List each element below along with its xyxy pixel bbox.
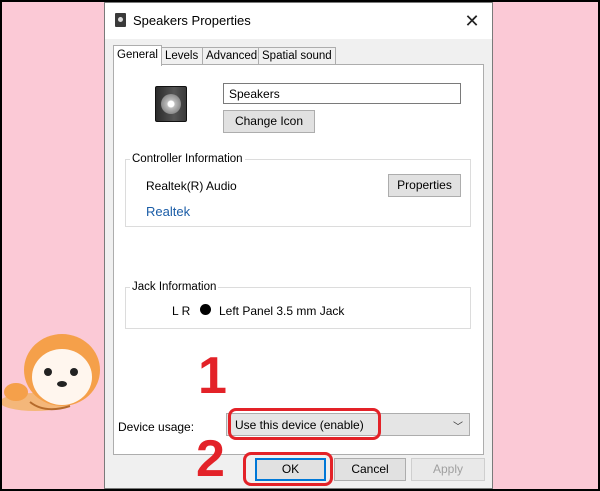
tab-levels[interactable]: Levels: [161, 47, 203, 64]
general-tab-panel: Change Icon Controller Information Realt…: [113, 64, 484, 455]
tab-general[interactable]: General: [113, 45, 162, 66]
cancel-button[interactable]: Cancel: [334, 458, 406, 481]
device-name-input[interactable]: [223, 83, 461, 104]
device-usage-label: Device usage:: [118, 420, 195, 434]
close-icon[interactable]: ✕: [460, 9, 484, 33]
jack-information-legend: Jack Information: [132, 281, 217, 293]
tab-spatial-sound[interactable]: Spatial sound: [258, 47, 336, 64]
chevron-down-icon: ﹀: [453, 422, 463, 433]
dialog-title: Speakers Properties: [133, 13, 251, 28]
realtek-link[interactable]: Realtek: [146, 204, 190, 219]
speaker-icon: [155, 86, 187, 122]
mascot-icon: [0, 334, 100, 411]
controller-properties-button[interactable]: Properties: [388, 174, 461, 197]
change-icon-button[interactable]: Change Icon: [223, 110, 315, 133]
ok-button-highlight: [243, 452, 333, 486]
controller-name: Realtek(R) Audio: [146, 179, 237, 193]
step-1-number: 1: [198, 347, 227, 405]
jack-channels: L R: [172, 304, 191, 318]
controller-information-legend: Controller Information: [132, 153, 243, 165]
apply-button: Apply: [411, 458, 485, 481]
tab-advanced[interactable]: Advanced: [202, 47, 259, 64]
device-usage-highlight: [228, 408, 381, 440]
jack-description: Left Panel 3.5 mm Jack: [219, 304, 345, 318]
step-2-number: 2: [196, 430, 225, 488]
title-bar: Speakers Properties ✕: [105, 3, 492, 39]
jack-color-dot: [200, 304, 211, 315]
speaker-title-icon: [115, 13, 126, 27]
